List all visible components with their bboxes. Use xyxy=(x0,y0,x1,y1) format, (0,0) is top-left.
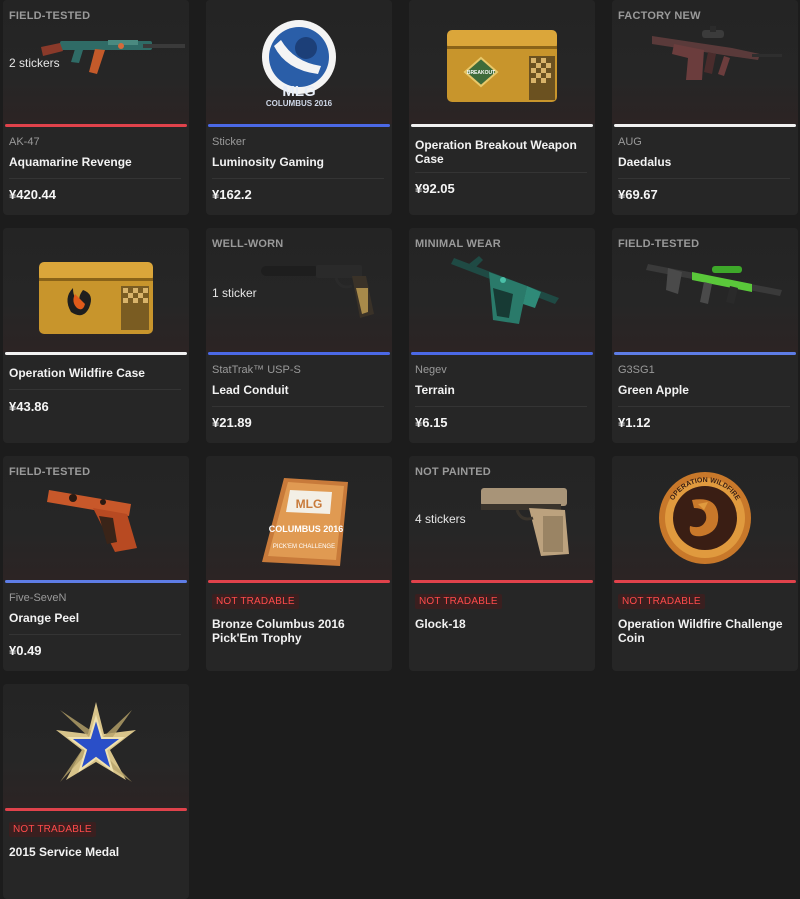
wear-label: FIELD-TESTED xyxy=(618,238,700,250)
inventory-grid: FIELD-TESTED 2 stickers AK-47 Aquamarine… xyxy=(0,0,800,899)
item-card[interactable]: MLG COLUMBUS 2016 PICK'EM CHALLENGE NOT … xyxy=(206,456,392,671)
item-name: Terrain xyxy=(415,383,455,397)
item-type: Five-SeveN xyxy=(9,592,67,604)
divider xyxy=(9,178,181,179)
wear-label: FACTORY NEW xyxy=(618,10,701,22)
not-tradable-badge: NOT TRADABLE xyxy=(415,594,502,609)
rarity-bar xyxy=(5,124,187,127)
divider xyxy=(9,634,181,635)
rarity-bar xyxy=(5,352,187,355)
item-card[interactable]: BREAKOUT Operation Breakout Weapon Case … xyxy=(409,0,595,215)
rarity-bar xyxy=(614,352,796,355)
trophy-logo-text: MLG xyxy=(296,497,323,511)
item-name: Daedalus xyxy=(618,155,672,169)
wear-label: FIELD-TESTED xyxy=(9,466,91,478)
item-price: ¥92.05 xyxy=(415,181,455,196)
wear-label: WELL-WORN xyxy=(212,238,284,250)
case-label-text: BREAKOUT xyxy=(467,70,495,76)
trophy-sub-text: PICK'EM CHALLENGE xyxy=(273,544,335,550)
case-icon: BREAKOUT xyxy=(447,30,557,102)
item-name: Bronze Columbus 2016 Pick'Em Trophy xyxy=(212,617,345,645)
divider xyxy=(618,406,790,407)
item-name: 2015 Service Medal xyxy=(9,845,120,859)
item-type: Negev xyxy=(415,364,447,376)
rarity-bar xyxy=(208,352,390,355)
rarity-bar xyxy=(5,580,187,583)
rarity-bar xyxy=(614,580,796,583)
item-type: Sticker xyxy=(212,136,246,148)
item-card[interactable]: FIELD-TESTED G3SG1 Green Apple ¥1.12 xyxy=(612,228,798,443)
item-name: Operation Wildfire Case xyxy=(9,366,145,380)
rarity-bar xyxy=(614,124,796,127)
item-price: ¥21.89 xyxy=(212,415,252,430)
divider xyxy=(212,178,384,179)
trophy-event-text: COLUMBUS 2016 xyxy=(269,524,344,534)
divider xyxy=(415,406,587,407)
item-type: AK-47 xyxy=(9,136,40,148)
item-name: Operation Wildfire Challenge Coin xyxy=(618,617,783,645)
rarity-bar xyxy=(411,352,593,355)
not-tradable-badge: NOT TRADABLE xyxy=(212,594,299,609)
item-card[interactable]: OPERATION WILDFIRE NOT TRADABLE Operatio… xyxy=(612,456,798,671)
sticker-logo-text: MLG xyxy=(282,83,315,100)
item-name: Glock-18 xyxy=(415,617,466,631)
item-price: ¥43.86 xyxy=(9,399,49,414)
item-type: AUG xyxy=(618,136,642,148)
divider xyxy=(212,406,384,407)
item-card[interactable]: MINIMAL WEAR Negev Terrain ¥6.15 xyxy=(409,228,595,443)
rarity-bar xyxy=(5,808,187,811)
item-price: ¥6.15 xyxy=(415,415,448,430)
trophy-icon: MLG COLUMBUS 2016 PICK'EM CHALLENGE xyxy=(262,478,348,566)
item-price: ¥69.67 xyxy=(618,187,658,202)
item-card[interactable]: WELL-WORN 1 sticker StatTrak™ USP-S Lead… xyxy=(206,228,392,443)
item-card[interactable]: FIELD-TESTED Five-SeveN Orange Peel ¥0.4… xyxy=(3,456,189,671)
sticker-event-text: COLUMBUS 2016 xyxy=(266,99,333,108)
divider xyxy=(9,389,181,390)
not-tradable-badge: NOT TRADABLE xyxy=(9,822,96,837)
divider xyxy=(415,172,587,173)
sticker-count: 4 stickers xyxy=(415,512,466,526)
item-card[interactable]: NOT PAINTED 4 stickers NOT TRADABLE Gloc… xyxy=(409,456,595,671)
sticker-icon: MLG COLUMBUS 2016 xyxy=(262,20,336,108)
item-price: ¥420.44 xyxy=(9,187,56,202)
item-card[interactable]: MLG COLUMBUS 2016 Sticker Luminosity Gam… xyxy=(206,0,392,215)
rarity-bar xyxy=(208,124,390,127)
sticker-count: 2 stickers xyxy=(9,56,60,70)
item-type: G3SG1 xyxy=(618,364,655,376)
wear-label: MINIMAL WEAR xyxy=(415,238,501,250)
wear-label: FIELD-TESTED xyxy=(9,10,91,22)
item-price: ¥0.49 xyxy=(9,643,42,658)
rarity-bar xyxy=(411,580,593,583)
item-card[interactable]: FIELD-TESTED 2 stickers AK-47 Aquamarine… xyxy=(3,0,189,215)
item-price: ¥1.12 xyxy=(618,415,651,430)
item-name: Luminosity Gaming xyxy=(212,155,325,169)
item-price: ¥162.2 xyxy=(212,187,252,202)
sticker-count: 1 sticker xyxy=(212,286,257,300)
item-name: Operation Breakout Weapon Case xyxy=(415,138,577,166)
item-name: Aquamarine Revenge xyxy=(9,155,132,169)
rarity-bar xyxy=(411,124,593,127)
item-name: Green Apple xyxy=(618,383,689,397)
not-tradable-badge: NOT TRADABLE xyxy=(618,594,705,609)
wear-label: NOT PAINTED xyxy=(415,466,491,478)
medal-icon xyxy=(56,702,136,782)
item-card[interactable]: Operation Wildfire Case ¥43.86 xyxy=(3,228,189,443)
item-name: Lead Conduit xyxy=(212,383,289,397)
item-type: StatTrak™ USP-S xyxy=(212,364,301,376)
case-icon xyxy=(39,262,153,334)
divider xyxy=(618,178,790,179)
item-card[interactable]: FACTORY NEW AUG Daedalus ¥69.67 xyxy=(612,0,798,215)
coin-icon: OPERATION WILDFIRE xyxy=(659,472,751,564)
item-name: Orange Peel xyxy=(9,611,80,625)
rarity-bar xyxy=(208,580,390,583)
